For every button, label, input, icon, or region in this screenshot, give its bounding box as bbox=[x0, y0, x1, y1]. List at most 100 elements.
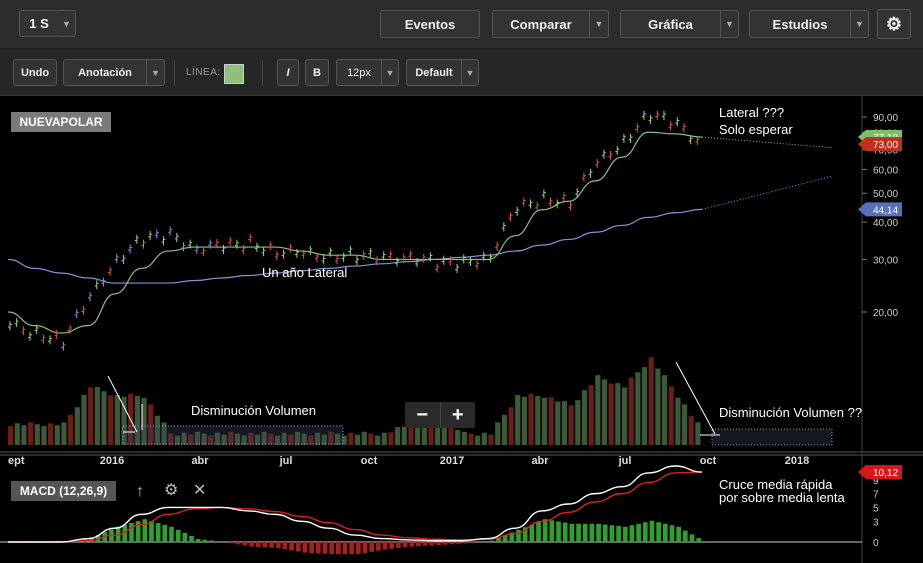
comparar-dropdown[interactable]: ▼ bbox=[590, 10, 609, 38]
font-dropdown[interactable]: ▼ bbox=[462, 59, 479, 86]
annotation-cruce-2[interactable]: por sobre media lenta bbox=[719, 490, 846, 505]
tool-label: Anotación bbox=[78, 66, 132, 79]
estudios-label: Estudios bbox=[772, 16, 828, 32]
zoom-in-button[interactable]: + bbox=[441, 402, 476, 428]
macd-hist-bar bbox=[416, 542, 421, 547]
volume-bar bbox=[401, 426, 407, 445]
macd-hist-bar bbox=[209, 540, 214, 542]
macd-hist-bar bbox=[309, 542, 314, 554]
time-tick-label: 2018 bbox=[785, 455, 809, 467]
comparar-button[interactable]: Comparar bbox=[492, 10, 590, 38]
volume-bar bbox=[61, 422, 67, 445]
volume-bar bbox=[81, 394, 87, 445]
volume-bar bbox=[628, 377, 634, 445]
volume-bar bbox=[481, 432, 487, 445]
font-label: Default bbox=[415, 66, 453, 79]
interval-select[interactable]: 1 S bbox=[19, 10, 59, 37]
macd-hist-bar bbox=[442, 542, 448, 545]
last-price-tag: 73,00 bbox=[873, 140, 898, 151]
annotation-volumen-1[interactable]: Disminución Volumen bbox=[191, 403, 316, 418]
annotation-volumen-2[interactable]: Disminución Volumen ?? bbox=[719, 405, 862, 420]
estudios-button[interactable]: Estudios bbox=[749, 10, 851, 38]
italic-button[interactable]: I bbox=[277, 59, 299, 86]
volume-bar bbox=[648, 357, 654, 445]
eventos-label: Eventos bbox=[404, 16, 456, 32]
settings-button[interactable]: ⚙ bbox=[877, 9, 911, 39]
volume-bar bbox=[528, 394, 534, 445]
line-color-swatch[interactable] bbox=[224, 64, 244, 84]
grafica-dropdown[interactable]: ▼ bbox=[721, 10, 739, 38]
volume-bar bbox=[535, 395, 541, 445]
font-size-dropdown[interactable]: ▼ bbox=[382, 59, 399, 86]
annotation-lateral-1[interactable]: Lateral ??? bbox=[719, 105, 784, 120]
volume-bar bbox=[468, 433, 474, 445]
macd-hist-bar bbox=[602, 524, 608, 542]
volume-bar bbox=[688, 415, 694, 445]
volume-bar bbox=[94, 386, 100, 445]
macd-hist-bar bbox=[329, 542, 334, 555]
macd-hist-bar bbox=[422, 542, 428, 546]
macd-tick-label: 5 bbox=[873, 503, 879, 514]
macd-hist-bar bbox=[429, 542, 435, 546]
macd-tick-label: 7 bbox=[873, 490, 879, 501]
macd-hist-bar bbox=[149, 521, 154, 542]
macd-hist-bar bbox=[549, 520, 555, 542]
volume-bar bbox=[381, 432, 387, 445]
volume-bar bbox=[368, 433, 374, 445]
volume-bar bbox=[88, 387, 94, 445]
font-size-select[interactable]: 12px bbox=[336, 59, 382, 86]
top-toolbar: 1 S ▼ Eventos Comparar ▼ Gráfica ▼ Estud… bbox=[0, 0, 923, 49]
tool-dropdown[interactable]: ▼ bbox=[147, 59, 165, 86]
volume-bar bbox=[355, 434, 361, 445]
macd-hist-bar bbox=[269, 542, 274, 548]
gear-icon[interactable]: ⚙ bbox=[164, 483, 178, 499]
macd-hist-bar bbox=[129, 523, 134, 542]
macd-hist-bar bbox=[275, 542, 281, 549]
macd-hist-bar bbox=[235, 542, 241, 545]
macd-hist-bar bbox=[202, 539, 208, 542]
font-select[interactable]: Default bbox=[406, 59, 462, 86]
time-tick-label: jul bbox=[279, 455, 293, 467]
macd-hist-bar bbox=[649, 520, 655, 542]
macd-hist-bar bbox=[322, 542, 328, 554]
macd-hist-bar bbox=[175, 529, 181, 542]
comparar-label: Comparar bbox=[510, 16, 572, 32]
annotation-lateral-2[interactable]: Solo esperar bbox=[719, 122, 793, 137]
macd-hist-bar bbox=[609, 525, 615, 542]
annotation-un-ano[interactable]: Un año Lateral bbox=[262, 265, 347, 280]
volume-bar bbox=[114, 394, 120, 445]
macd-hist-bar bbox=[289, 542, 294, 551]
zoom-controls: − + bbox=[405, 402, 475, 428]
bold-button[interactable]: B bbox=[305, 59, 329, 86]
volume-bar bbox=[495, 422, 501, 445]
close-icon[interactable]: ✕ bbox=[193, 483, 206, 499]
macd-hist-bar bbox=[696, 538, 701, 542]
eventos-button[interactable]: Eventos bbox=[380, 10, 480, 38]
macd-hist-bar bbox=[262, 542, 268, 548]
italic-label: I bbox=[286, 66, 290, 79]
grafica-button[interactable]: Gráfica bbox=[620, 10, 721, 38]
bold-label: B bbox=[313, 66, 321, 79]
macd-hist-bar bbox=[369, 542, 375, 552]
macd-hist-bar bbox=[362, 542, 368, 554]
tool-select[interactable]: Anotación bbox=[63, 59, 147, 86]
macd-hist-bar bbox=[335, 542, 341, 555]
macd-hist-bar bbox=[589, 523, 595, 542]
symbol-label[interactable]: NUEVAPOLAR bbox=[11, 112, 111, 132]
volume-bar bbox=[8, 426, 14, 445]
macd-hist-bar bbox=[482, 541, 488, 542]
macd-hist-bar bbox=[542, 519, 548, 542]
volume-bar bbox=[521, 396, 527, 445]
interval-dropdown[interactable]: ▼ bbox=[58, 10, 76, 37]
time-tick-label: 2016 bbox=[100, 455, 124, 467]
estudios-dropdown[interactable]: ▼ bbox=[851, 10, 869, 38]
macd-tick-label: 3 bbox=[873, 517, 879, 528]
undo-button[interactable]: Undo bbox=[13, 59, 57, 86]
macd-hist-bar bbox=[642, 522, 648, 542]
volume-bar bbox=[408, 426, 414, 445]
zoom-out-button[interactable]: − bbox=[405, 402, 441, 428]
arrow-up-icon[interactable]: ↑ bbox=[136, 484, 144, 500]
macd-hist-bar bbox=[449, 542, 455, 545]
macd-label[interactable]: MACD (12,26,9) bbox=[11, 481, 116, 501]
macd-hist-bar bbox=[169, 526, 174, 542]
